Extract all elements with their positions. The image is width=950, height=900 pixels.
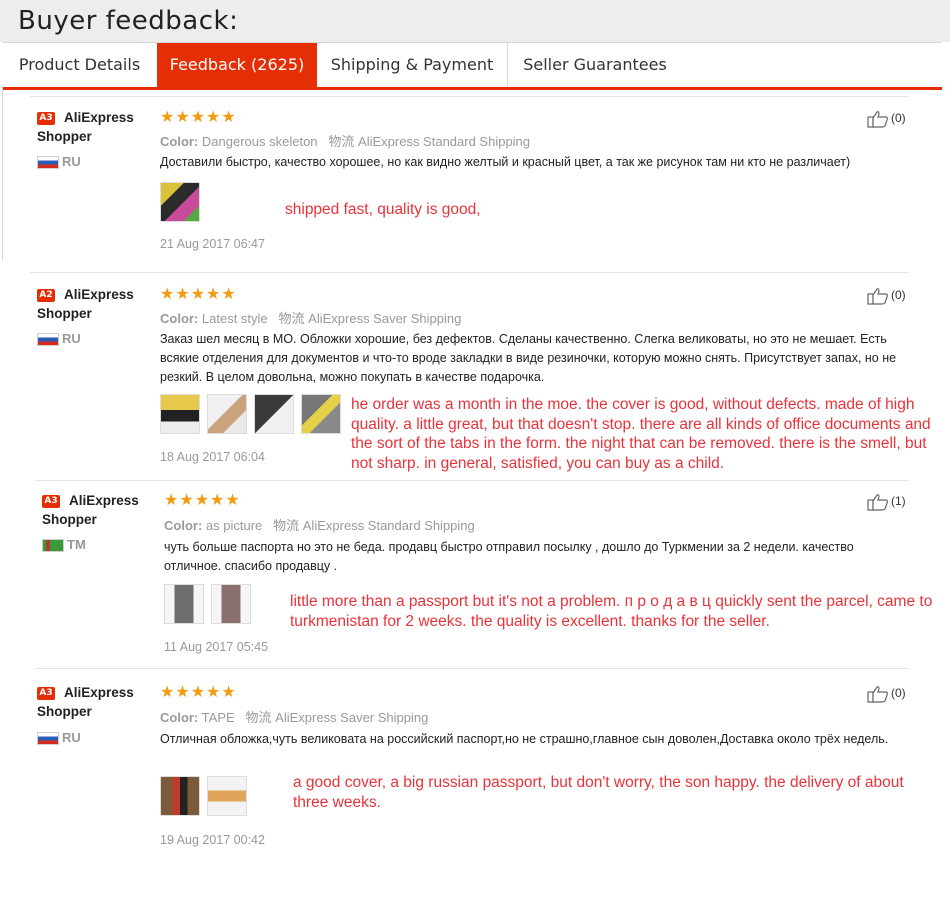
page-title: Buyer feedback:	[18, 6, 239, 36]
logistics-label: 物流	[245, 710, 272, 725]
review-text: Отличная обложка,чуть великовата на росс…	[160, 732, 889, 746]
thumbs-up-icon	[867, 686, 888, 703]
country-flag-icon	[37, 732, 59, 745]
helpful-count: (1)	[891, 494, 906, 509]
review-date: 19 Aug 2017 00:42	[160, 833, 265, 847]
color-value: as picture	[205, 518, 263, 533]
country-code: RU	[62, 154, 81, 169]
review-date: 11 Aug 2017 05:45	[164, 640, 269, 654]
level-badge: A3	[37, 112, 55, 125]
logistics-label: 物流	[278, 311, 305, 326]
review-meta: Color: Dangerous skeleton 物流 AliExpress …	[160, 131, 530, 150]
buyer-name: AliExpress	[64, 287, 134, 302]
color-label: Color:	[164, 518, 203, 533]
color-value: Latest style	[201, 311, 268, 326]
review-text: чуть больше паспорта но это не беда. про…	[164, 540, 854, 573]
buyer-name-line2: Shopper	[37, 704, 92, 719]
review-date: 18 Aug 2017 06:04	[160, 450, 265, 464]
translation-text: shipped fast, quality is good,	[285, 201, 481, 218]
review-photo-thumbnail[interactable]	[160, 394, 200, 434]
buyer-name-line2: Shopper	[37, 129, 92, 144]
translation-text: he order was a month in the moe. the cov…	[351, 396, 931, 472]
country-flag-icon	[37, 333, 59, 346]
tab-feedback[interactable]: Feedback (2625)	[157, 43, 317, 87]
review-divider	[36, 480, 908, 481]
review-photo-thumbnail[interactable]	[160, 776, 200, 816]
review-text: Заказ шел месяц в МО. Обложки хорошие, б…	[160, 332, 897, 384]
review-photo-thumbnail[interactable]	[160, 182, 200, 222]
level-badge: A3	[42, 495, 60, 508]
buyer-name: AliExpress	[69, 493, 139, 508]
tab-product-details[interactable]: Product Details	[2, 43, 157, 87]
thumbs-up-icon	[867, 494, 888, 511]
star-rating: ★★★★★	[164, 490, 241, 509]
review-divider	[30, 96, 908, 97]
review-text: Доставили быстро, качество хорошее, но к…	[160, 155, 851, 169]
tab-shipping-payment[interactable]: Shipping & Payment	[317, 43, 507, 87]
level-badge: A2	[37, 289, 55, 302]
review-meta: Color: Latest style 物流 AliExpress Saver …	[160, 308, 461, 327]
color-label: Color:	[160, 134, 199, 149]
logistics-label: 物流	[328, 134, 355, 149]
level-badge: A3	[37, 687, 55, 700]
review-photo-thumbnail[interactable]	[254, 394, 294, 434]
review-photo-thumbnail[interactable]	[301, 394, 341, 434]
color-value: TAPE	[201, 710, 235, 725]
helpful-button[interactable]: (0)	[867, 287, 906, 305]
logistics-label: 物流	[273, 518, 300, 533]
shipping-method: AliExpress Standard Shipping	[302, 518, 475, 533]
thumbs-up-icon	[867, 288, 888, 305]
star-rating: ★★★★★	[160, 107, 237, 126]
helpful-button[interactable]: (1)	[867, 493, 906, 511]
helpful-count: (0)	[891, 111, 906, 126]
shipping-method: AliExpress Saver Shipping	[275, 710, 429, 725]
review-meta: Color: TAPE 物流 AliExpress Saver Shipping	[160, 707, 428, 726]
buyer-name: AliExpress	[64, 110, 134, 125]
buyer-name-line2: Shopper	[42, 512, 97, 527]
color-value: Dangerous skeleton	[201, 134, 318, 149]
review-photo-thumbnail[interactable]	[211, 584, 251, 624]
country-flag-icon	[42, 539, 64, 552]
country-code: RU	[62, 730, 81, 745]
country-code: RU	[62, 331, 81, 346]
helpful-count: (0)	[891, 288, 906, 303]
buyer-name-line2: Shopper	[37, 306, 92, 321]
translation-text: a good cover, a big russian passport, bu…	[293, 774, 904, 811]
shipping-method: AliExpress Standard Shipping	[358, 134, 531, 149]
review-divider	[36, 668, 908, 669]
color-label: Color:	[160, 311, 199, 326]
star-rating: ★★★★★	[160, 682, 237, 701]
tab-seller-guarantees[interactable]: Seller Guarantees	[508, 43, 682, 87]
helpful-button[interactable]: (0)	[867, 685, 906, 703]
tab-bar: Product Details Feedback (2625) Shipping…	[2, 42, 942, 90]
country-flag-icon	[37, 156, 59, 169]
thumbs-up-icon	[867, 111, 888, 128]
review-photo-thumbnail[interactable]	[164, 584, 204, 624]
star-rating: ★★★★★	[160, 284, 237, 303]
review-meta: Color: as picture 物流 AliExpress Standard…	[164, 515, 475, 534]
buyer-name: AliExpress	[64, 685, 134, 700]
review-divider	[30, 272, 908, 273]
panel-border-left	[2, 86, 3, 260]
color-label: Color:	[160, 710, 199, 725]
review-date: 21 Aug 2017 06:47	[160, 237, 265, 251]
country-code: TM	[67, 537, 86, 552]
review-photo-thumbnail[interactable]	[207, 394, 247, 434]
review-photo-thumbnail[interactable]	[207, 776, 247, 816]
helpful-count: (0)	[891, 686, 906, 701]
translation-text: little more than a passport but it's not…	[290, 593, 933, 630]
helpful-button[interactable]: (0)	[867, 110, 906, 128]
shipping-method: AliExpress Saver Shipping	[308, 311, 462, 326]
